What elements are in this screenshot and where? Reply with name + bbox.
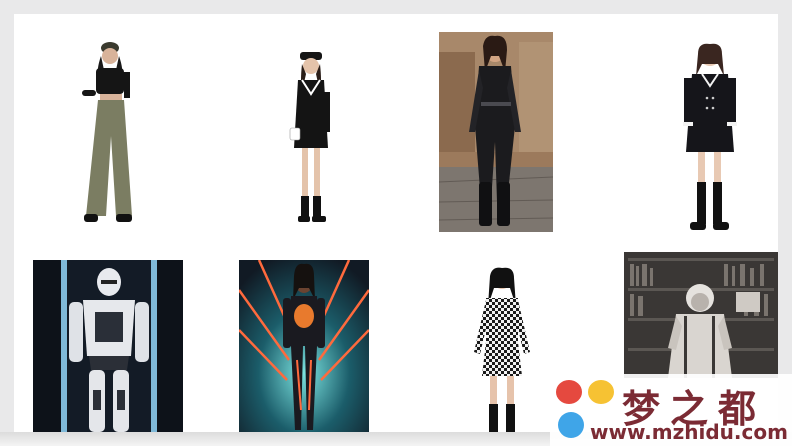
blue-bubble-icon bbox=[558, 412, 584, 438]
girl-tweed-dress-image bbox=[683, 43, 737, 230]
checkered-outfit-image bbox=[474, 267, 530, 434]
gallery-image-6[interactable] bbox=[239, 260, 369, 434]
gallery-image-4[interactable] bbox=[674, 42, 744, 236]
watermark-url: www.mzhidu.com bbox=[590, 420, 788, 444]
watermark: 梦之都 www.mzhidu.com bbox=[550, 374, 792, 446]
neon-woman-image bbox=[239, 260, 369, 434]
woman-olive-pants-image bbox=[82, 42, 132, 222]
leather-jumpsuit-street-image bbox=[439, 32, 553, 232]
gallery-image-2[interactable] bbox=[282, 52, 338, 228]
gallery-image-3[interactable] bbox=[439, 32, 553, 232]
gallery-image-5[interactable] bbox=[33, 260, 183, 434]
yellow-bubble-icon bbox=[588, 380, 614, 404]
robot-armor-image bbox=[33, 260, 183, 434]
image-gallery bbox=[14, 14, 778, 434]
girl-sailor-dress-image bbox=[289, 52, 330, 222]
red-bubble-icon bbox=[556, 380, 582, 404]
gallery-image-7[interactable] bbox=[462, 266, 542, 434]
gallery-image-1[interactable] bbox=[74, 40, 144, 226]
gallery-image-8[interactable] bbox=[624, 252, 778, 378]
elderly-man-library-image bbox=[624, 252, 778, 378]
